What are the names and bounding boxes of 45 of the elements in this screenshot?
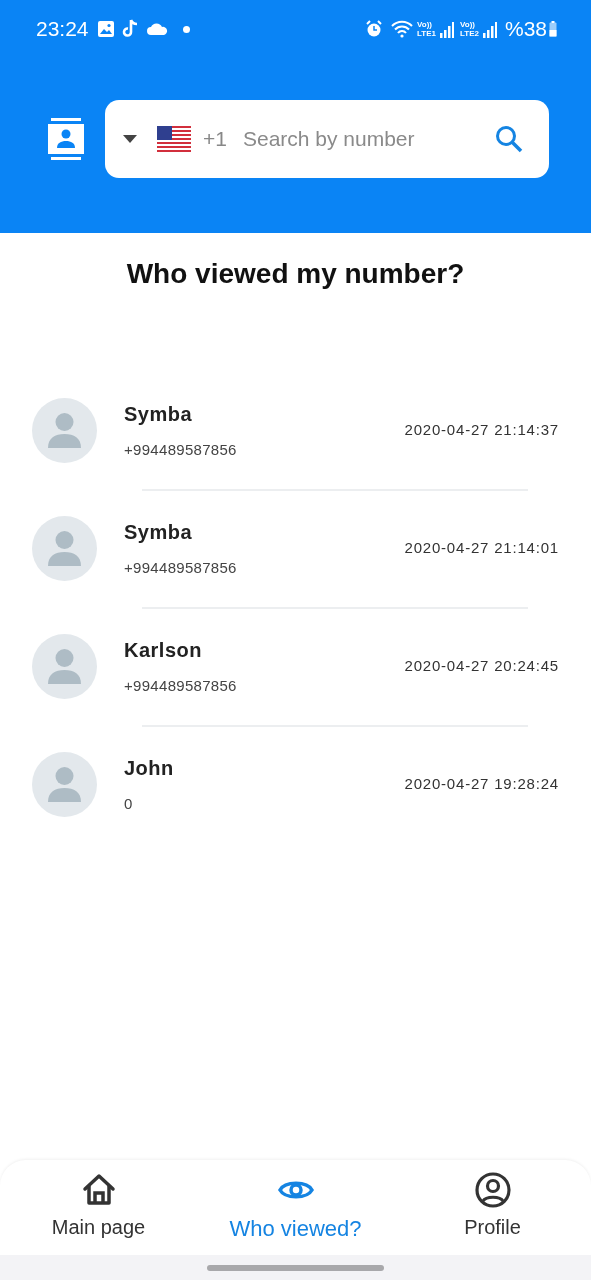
avatar-icon xyxy=(32,397,97,463)
volte-label: Vo)) xyxy=(460,20,476,29)
phone-number: 0 xyxy=(124,793,134,814)
search-field[interactable]: +1 Search by number xyxy=(105,100,549,178)
wifi-icon xyxy=(391,20,414,38)
nav-tab[interactable]: Profile xyxy=(394,1160,591,1255)
contact-name: Symba xyxy=(124,519,194,545)
contact-name: Symba xyxy=(124,401,194,427)
alarm-icon xyxy=(365,20,384,38)
cloud-icon xyxy=(146,23,168,35)
signal-icon xyxy=(440,22,454,38)
nav-tab[interactable]: Main page xyxy=(0,1160,197,1255)
avatar-icon xyxy=(32,751,97,817)
clock-time: 23:24 xyxy=(36,16,89,43)
profile-icon xyxy=(474,1172,511,1208)
flag-icon[interactable] xyxy=(157,126,191,152)
phone-number: +994489587856 xyxy=(124,439,238,460)
dropdown-caret-icon[interactable] xyxy=(123,135,137,143)
country-code: +1 xyxy=(203,126,227,153)
nav-tab[interactable]: Who viewed? xyxy=(197,1160,394,1255)
view-timestamp: 2020-04-27 21:14:37 xyxy=(404,419,559,440)
lte-label: LTE1 xyxy=(417,29,436,38)
contact-name: John xyxy=(124,755,175,781)
avatar-icon xyxy=(32,633,97,699)
phone-number: +994489587856 xyxy=(124,675,238,696)
view-timestamp: 2020-04-27 19:28:24 xyxy=(404,773,559,794)
volte-label: Vo)) xyxy=(417,20,433,29)
view-timestamp: 2020-04-27 20:24:45 xyxy=(404,655,559,676)
gallery-icon xyxy=(96,20,115,38)
lte-label: LTE2 xyxy=(460,29,479,38)
avatar-icon xyxy=(32,515,97,581)
search-input[interactable]: Search by number xyxy=(240,122,495,156)
battery-icon xyxy=(549,21,557,37)
dot-icon xyxy=(182,25,190,33)
battery-percent: %38 xyxy=(504,16,547,43)
page-title: Who viewed my number? xyxy=(125,257,466,291)
music-note-icon xyxy=(121,19,140,39)
home-indicator[interactable] xyxy=(207,1264,384,1271)
contacts-icon[interactable] xyxy=(48,118,84,160)
home-icon xyxy=(80,1172,117,1208)
contact-name: Karlson xyxy=(124,637,203,663)
view-timestamp: 2020-04-27 21:14:01 xyxy=(404,537,559,558)
search-icon[interactable] xyxy=(495,125,523,153)
phone-number: +994489587856 xyxy=(124,557,238,578)
signal-icon xyxy=(482,22,497,38)
